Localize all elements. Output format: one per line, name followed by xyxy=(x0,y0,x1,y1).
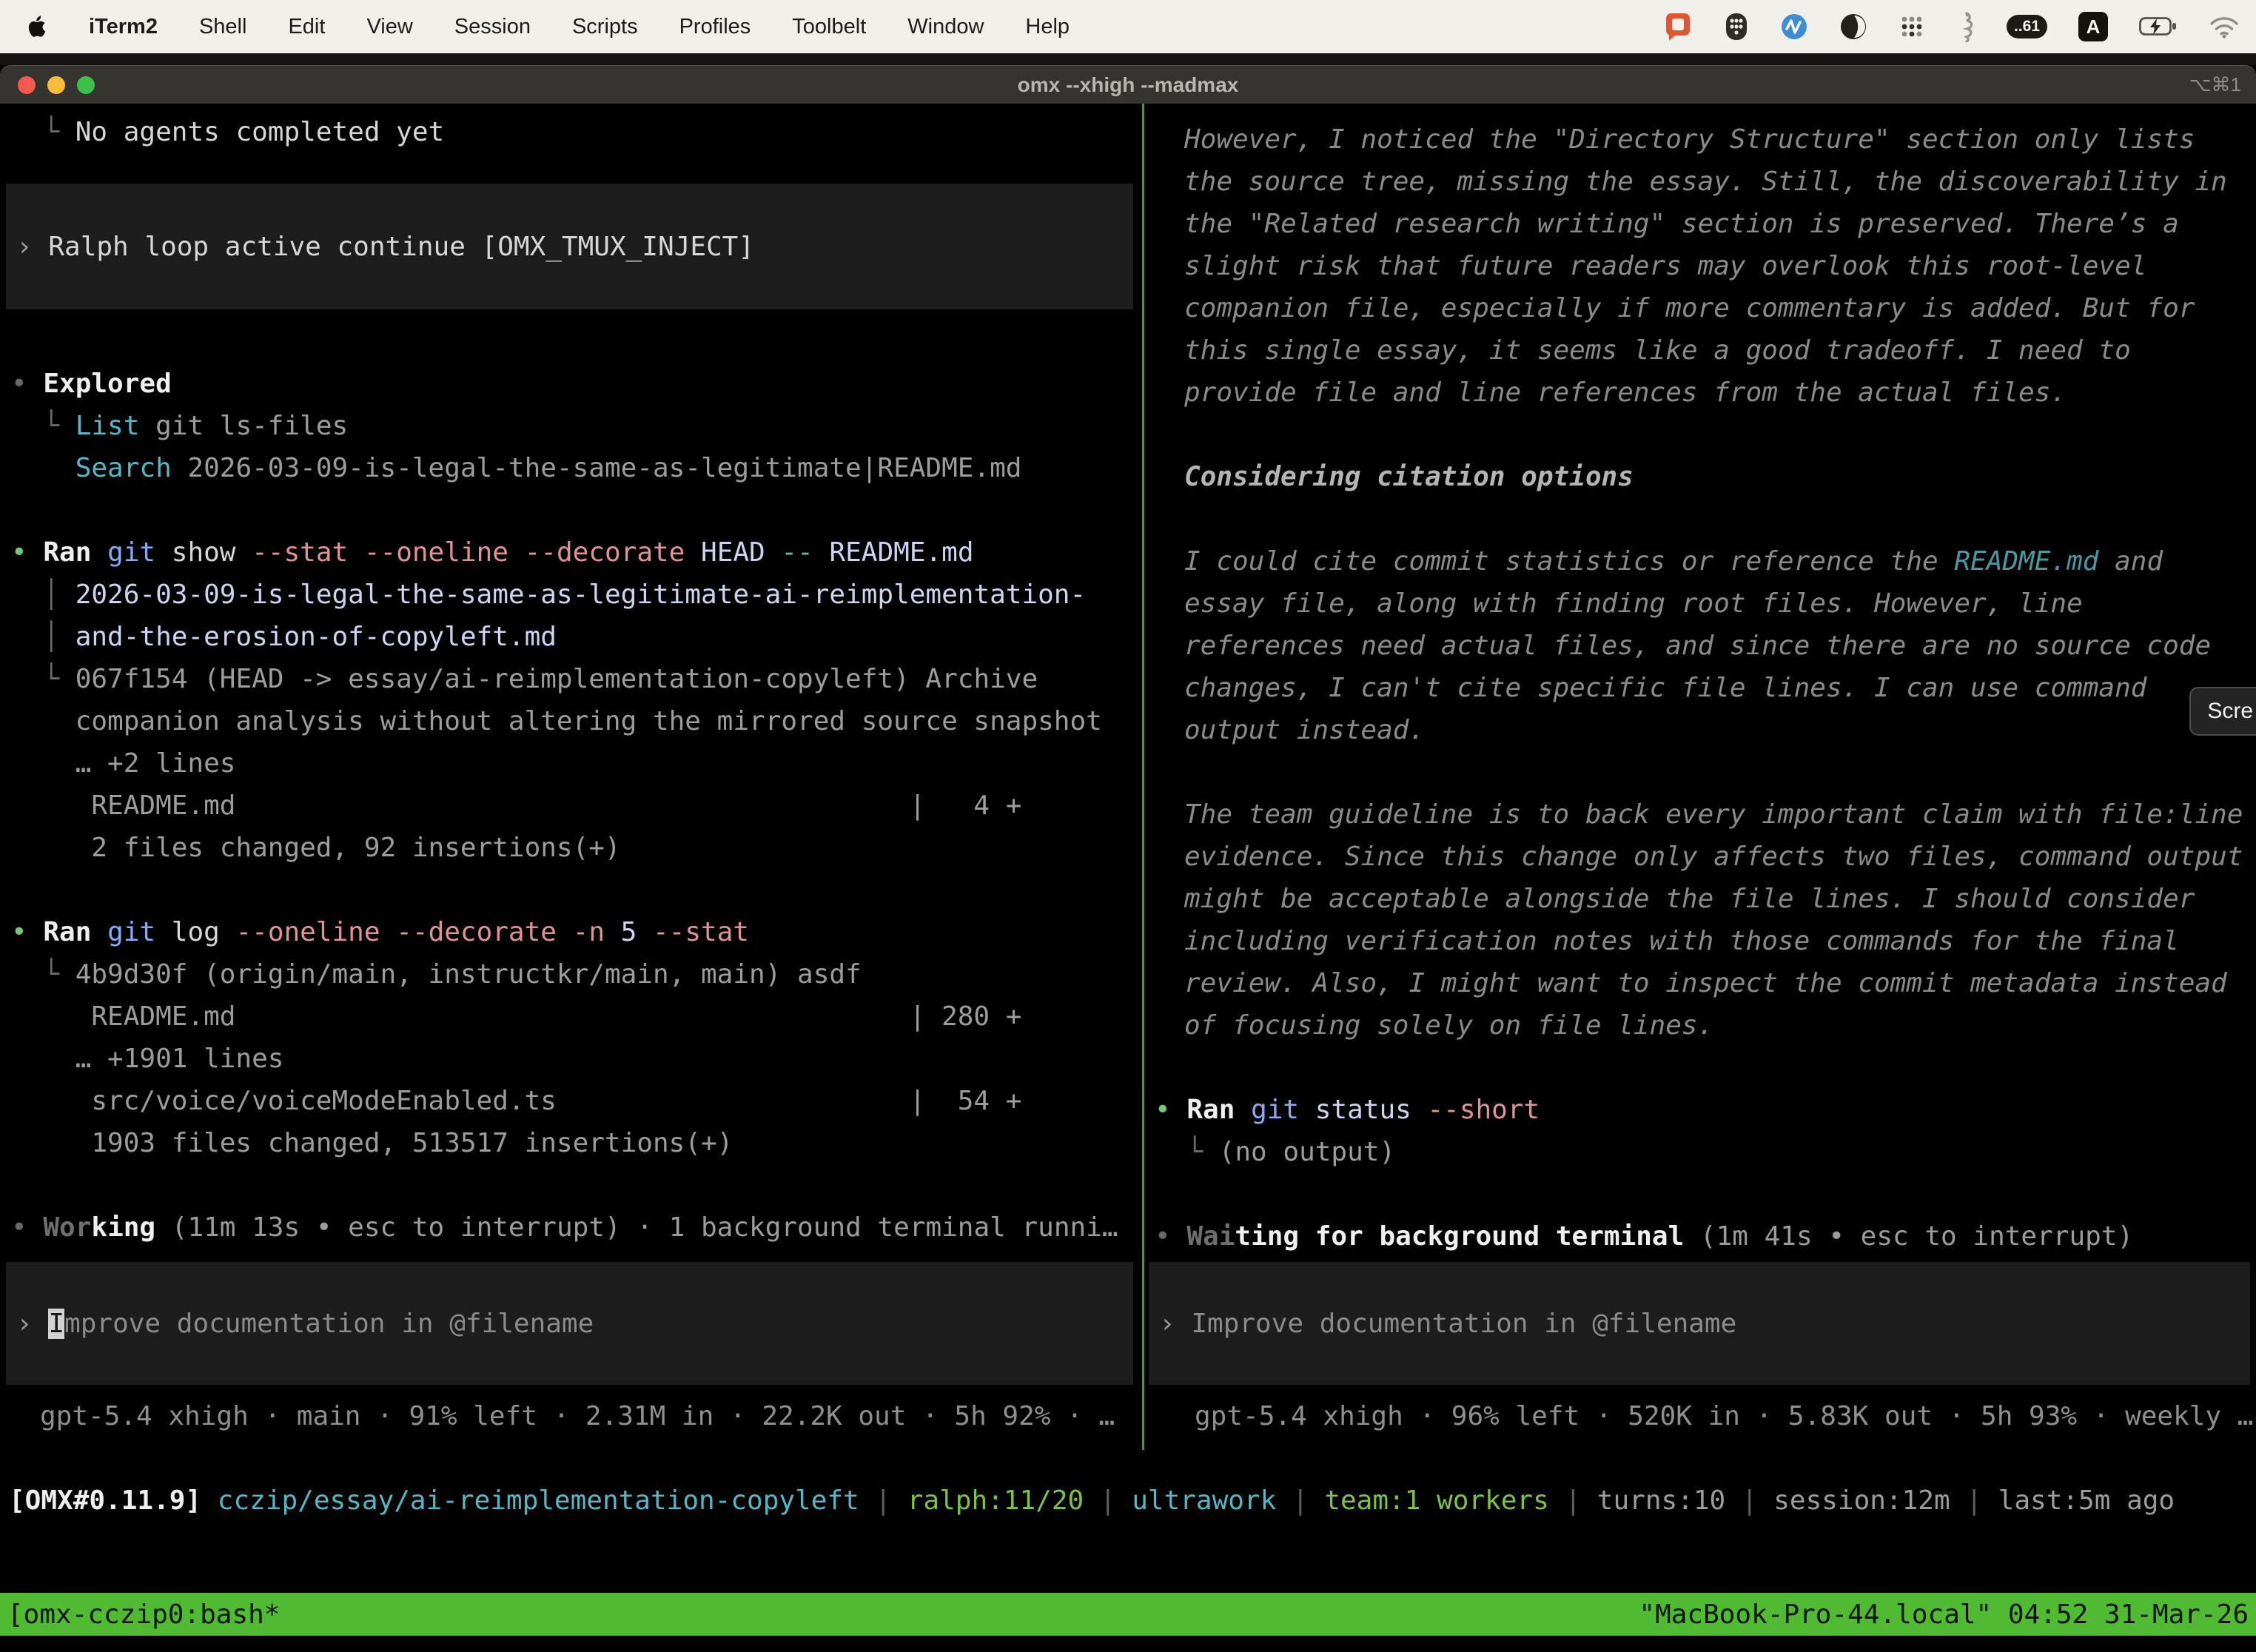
terminal-row: Considering citation options xyxy=(1155,456,2256,498)
left-terminal-pane: └ No agents completed yet › Ralph loop a… xyxy=(0,104,1142,1450)
terminal-row: I could cite commit statistics or refere… xyxy=(1155,540,2256,582)
screen-record-icon[interactable] xyxy=(1663,11,1693,42)
tmux-host-clock: "MacBook-Pro-44.local" 04:52 31-Mar-26 xyxy=(1639,1599,2249,1630)
terminal-row: the "Related research writing" section i… xyxy=(1155,203,2256,245)
window-title: omx --xhigh --madmax xyxy=(0,73,2256,97)
activity-circle-icon[interactable] xyxy=(1780,13,1808,41)
terminal-row xyxy=(1155,1173,2256,1215)
wifi-icon[interactable] xyxy=(2209,15,2240,38)
terminal-row: might be acceptable alongside the file l… xyxy=(1155,878,2256,920)
terminal-row: … +1901 lines xyxy=(11,1038,1142,1080)
seahorse-icon[interactable] xyxy=(1956,11,1975,42)
terminal-row xyxy=(11,1164,1142,1206)
terminal-row: of focusing solely on file lines. xyxy=(1155,1004,2256,1047)
left-scrollback: • Explored └ List git ls-files Search 20… xyxy=(11,363,1142,1249)
menu-item-profiles[interactable]: Profiles xyxy=(679,15,751,39)
terminal-row xyxy=(1155,498,2256,540)
left-prompt-text: › Improve documentation in @filename xyxy=(16,1309,594,1339)
menu-item-edit[interactable]: Edit xyxy=(288,15,325,39)
window-bottom-edge xyxy=(0,1636,2256,1652)
terminal-row: Search 2026-03-09-is-legal-the-same-as-l… xyxy=(11,447,1142,489)
right-session-statusline: gpt-5.4 xhigh · 96% left · 520K in · 5.8… xyxy=(1155,1395,2256,1437)
terminal-row xyxy=(1155,1047,2256,1089)
right-terminal-pane: However, I noticed the "Directory Struct… xyxy=(1144,104,2256,1450)
screen: iTerm2 Shell Edit View Session Scripts Profile… xyxy=(0,0,2256,1652)
count-badge[interactable]: ..61 xyxy=(2007,15,2047,38)
left-prompt-input[interactable]: › Improve documentation in @filename xyxy=(6,1262,1133,1385)
window-titlebar[interactable]: omx --xhigh --madmax ⌥⌘1 xyxy=(0,65,2256,104)
terminal-row: README.md | 4 + xyxy=(11,785,1142,827)
terminal-row: • Ran git log --oneline --decorate -n 5 … xyxy=(11,911,1142,953)
terminal-row xyxy=(1155,414,2256,456)
terminal-row: 1903 files changed, 513517 insertions(+) xyxy=(11,1122,1142,1164)
tmux-panes: └ No agents completed yet › Ralph loop a… xyxy=(0,104,2256,1450)
terminal-row: README.md | 280 + xyxy=(11,995,1142,1038)
menu-item-iterm2[interactable]: iTerm2 xyxy=(89,15,158,39)
macos-menu-bar: iTerm2 Shell Edit View Session Scripts Profile… xyxy=(0,0,2256,53)
terminal-row: │ 2026-03-09-is-legal-the-same-as-legiti… xyxy=(11,574,1142,616)
tmux-session-label: [omx-cczip0:bash* xyxy=(7,1599,280,1630)
terminal-row: the source tree, missing the essay. Stil… xyxy=(1155,161,2256,203)
right-prompt-text: › Improve documentation in @filename xyxy=(1159,1309,1736,1339)
terminal-row: provide file and line references from th… xyxy=(1155,372,2256,414)
screen-share-popup: Scre xyxy=(2189,687,2256,736)
terminal-row: However, I noticed the "Directory Struct… xyxy=(1155,118,2256,161)
terminal-row xyxy=(11,489,1142,531)
terminal-row: review. Also, I might want to inspect th… xyxy=(1155,962,2256,1004)
terminal-row: companion file, especially if more comme… xyxy=(1155,287,2256,329)
terminal-row: src/voice/voiceModeEnabled.ts | 54 + xyxy=(11,1080,1142,1122)
menu-item-view[interactable]: View xyxy=(366,15,412,39)
menu-item-session[interactable]: Session xyxy=(454,15,531,39)
terminal-row: … +2 lines xyxy=(11,742,1142,785)
terminal-row: this single essay, it seems like a good … xyxy=(1155,329,2256,372)
window-shortcut-badge: ⌥⌘1 xyxy=(2189,73,2241,96)
terminal-row: 2 files changed, 92 insertions(+) xyxy=(11,827,1142,869)
terminal-row: └ List git ls-files xyxy=(11,405,1142,447)
menu-item-help[interactable]: Help xyxy=(1025,15,1070,39)
dots-grid-icon[interactable] xyxy=(1899,13,1925,40)
contrast-circle-icon[interactable] xyxy=(1839,13,1867,41)
menu-item-scripts[interactable]: Scripts xyxy=(572,15,638,39)
input-source-badge[interactable]: A xyxy=(2078,12,2108,41)
battery-icon[interactable] xyxy=(2139,16,2178,37)
terminal-row: including verification notes with those … xyxy=(1155,920,2256,962)
menu-item-window[interactable]: Window xyxy=(907,15,984,39)
terminal-row: • Working (11m 13s • esc to interrupt) ·… xyxy=(11,1206,1142,1249)
desktop-gap xyxy=(0,53,2256,65)
terminal-row: essay file, along with finding root file… xyxy=(1155,582,2256,625)
terminal-row: changes, I can't cite specific file line… xyxy=(1155,667,2256,709)
terminal-row: The team guideline is to back every impo… xyxy=(1155,793,2256,836)
ralph-inject-box[interactable]: › Ralph loop active continue [OMX_TMUX_I… xyxy=(6,184,1133,309)
omx-status-bar: [OMX#0.11.9] cczip/essay/ai-reimplementa… xyxy=(0,1480,2256,1522)
terminal-row: │ and-the-erosion-of-copyleft.md xyxy=(11,616,1142,658)
menu-items: iTerm2 Shell Edit View Session Scripts Profile… xyxy=(27,15,1070,39)
terminal-row: • Ran git show --stat --oneline --decora… xyxy=(11,531,1142,574)
menu-item-toolbelt[interactable]: Toolbelt xyxy=(792,15,866,39)
terminal-row: • Waiting for background terminal (1m 41… xyxy=(1155,1215,2256,1258)
right-prompt-input[interactable]: › Improve documentation in @filename xyxy=(1149,1262,2250,1385)
terminal-row: references need actual files, and since … xyxy=(1155,625,2256,667)
terminal-row: companion analysis without altering the … xyxy=(11,700,1142,742)
agents-status-line: └ No agents completed yet xyxy=(11,111,1142,153)
keypad-shield-icon[interactable] xyxy=(1724,11,1749,42)
terminal-row: • Explored xyxy=(11,363,1142,405)
left-session-statusline: gpt-5.4 xhigh · main · 91% left · 2.31M … xyxy=(11,1395,1142,1437)
right-scrollback: However, I noticed the "Directory Struct… xyxy=(1155,118,2256,1258)
ralph-inject-text: › Ralph loop active continue [OMX_TMUX_I… xyxy=(16,232,754,262)
apple-icon[interactable] xyxy=(27,15,47,38)
terminal-row xyxy=(1155,751,2256,793)
terminal-row: └ 4b9d30f (origin/main, instructkr/main,… xyxy=(11,953,1142,995)
terminal-row: • Ran git status --short xyxy=(1155,1089,2256,1131)
terminal-row: └ (no output) xyxy=(1155,1131,2256,1173)
terminal-row: output instead. xyxy=(1155,709,2256,751)
terminal-row: └ 067f154 (HEAD -> essay/ai-reimplementa… xyxy=(11,658,1142,700)
terminal-row xyxy=(11,869,1142,911)
terminal-row: slight risk that future readers may over… xyxy=(1155,245,2256,287)
menu-item-shell[interactable]: Shell xyxy=(199,15,247,39)
tmux-status-bar: [omx-cczip0:bash* "MacBook-Pro-44.local"… xyxy=(0,1593,2256,1636)
terminal-row: evidence. Since this change only affects… xyxy=(1155,836,2256,878)
